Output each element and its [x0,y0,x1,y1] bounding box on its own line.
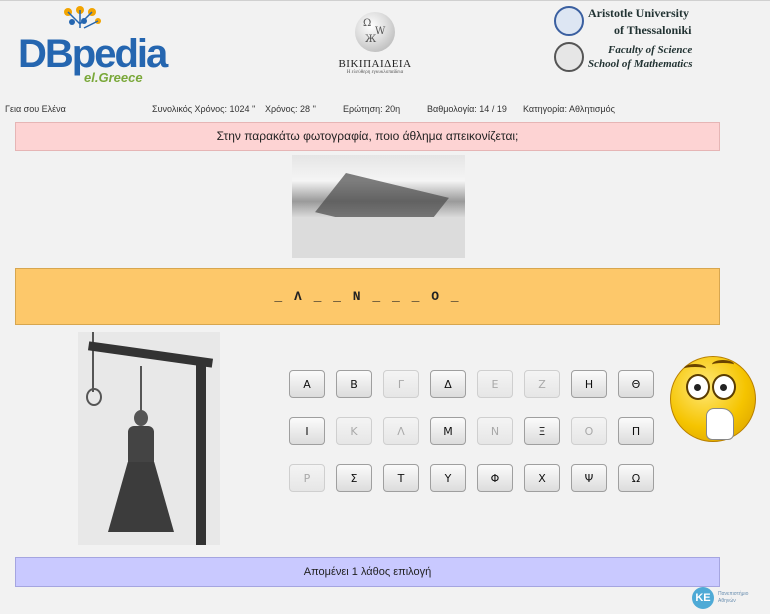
letter-key-0-3[interactable]: Δ [430,370,466,398]
faculty-seal-icon [554,42,584,72]
letter-key-1-6: Ο [571,417,607,445]
letter-key-0-2: Γ [383,370,419,398]
footer-logo-icon: ΚΕ [692,587,714,609]
total-time: Συνολικός Χρόνος: 1024 '' [152,104,256,114]
letter-key-1-2: Λ [383,417,419,445]
thinking-emoji-icon [668,346,760,450]
letter-key-0-1[interactable]: Β [336,370,372,398]
university-seal-icon [554,6,584,36]
letter-key-0-0[interactable]: Α [289,370,325,398]
letter-key-2-6[interactable]: Ψ [571,464,607,492]
footer-logo: ΚΕ Πανεπιστήμιο Αθηνών [692,587,762,611]
letter-key-2-1[interactable]: Σ [336,464,372,492]
hangman-gallows-icon [78,332,220,545]
wikipedia-tagline: Η ελεύθερη εγκυκλοπαίδεια [346,70,404,75]
footer-logo-text: Πανεπιστήμιο Αθηνών [718,591,749,604]
time: Χρόνος: 28 '' [265,104,316,114]
letter-key-1-1: Κ [336,417,372,445]
wikipedia-globe-icon: ΩWЖ [355,12,395,52]
dbpedia-subtitle: el.Greece [84,70,143,85]
letter-key-0-6[interactable]: Η [571,370,607,398]
letter-key-2-3[interactable]: Υ [430,464,466,492]
university-logo: Aristotle University of Thessaloniki Fac… [552,6,762,88]
dbpedia-dots-icon [64,6,101,29]
letter-key-2-0: Ρ [289,464,325,492]
greeting: Γεια σου Ελένα [5,104,66,114]
wikipedia-logo: ΩWЖ ΒΙΚΙΠΑΙΔΕΙΑ Η ελεύθερη εγκυκλοπαίδει… [330,12,420,92]
letter-key-1-7[interactable]: Π [618,417,654,445]
remaining-errors: Απομένει 1 λάθος επιλογή [15,557,720,587]
letter-key-0-7[interactable]: Θ [618,370,654,398]
letter-key-2-7[interactable]: Ω [618,464,654,492]
letter-key-2-5[interactable]: Χ [524,464,560,492]
letter-key-1-0[interactable]: Ι [289,417,325,445]
category: Κατηγορία: Αθλητισμός [523,104,615,114]
dbpedia-logo: DBpedia el.Greece [18,6,168,86]
status-bar: Γεια σου Ελένα Συνολικός Χρόνος: 1024 ''… [0,104,770,118]
mountain-photo-icon [292,155,465,258]
answer-pattern: _ Λ _ _ Ν _ _ _ Ο _ [15,268,720,325]
question-banner: Στην παρακάτω φωτογραφία, ποιο άθλημα απ… [15,122,720,151]
letter-key-2-2[interactable]: Τ [383,464,419,492]
wikipedia-name: ΒΙΚΙΠΑΙΔΕΙΑ [338,58,412,70]
letter-key-1-5[interactable]: Ξ [524,417,560,445]
university-line1: Aristotle University [588,6,689,20]
faculty-line1: Faculty of Science [608,44,693,56]
faculty-line2: School of Mathematics [588,58,693,70]
letter-key-1-3[interactable]: Μ [430,417,466,445]
letter-key-0-4: Ε [477,370,513,398]
university-line2: of Thessaloniki [614,23,692,37]
letter-key-2-4[interactable]: Φ [477,464,513,492]
question-number: Ερώτηση: 20η [343,104,401,114]
top-border [0,0,770,1]
score: Βαθμολογία: 14 / 19 [427,104,507,114]
letter-key-1-4: Ν [477,417,513,445]
letter-key-0-5: Ζ [524,370,560,398]
